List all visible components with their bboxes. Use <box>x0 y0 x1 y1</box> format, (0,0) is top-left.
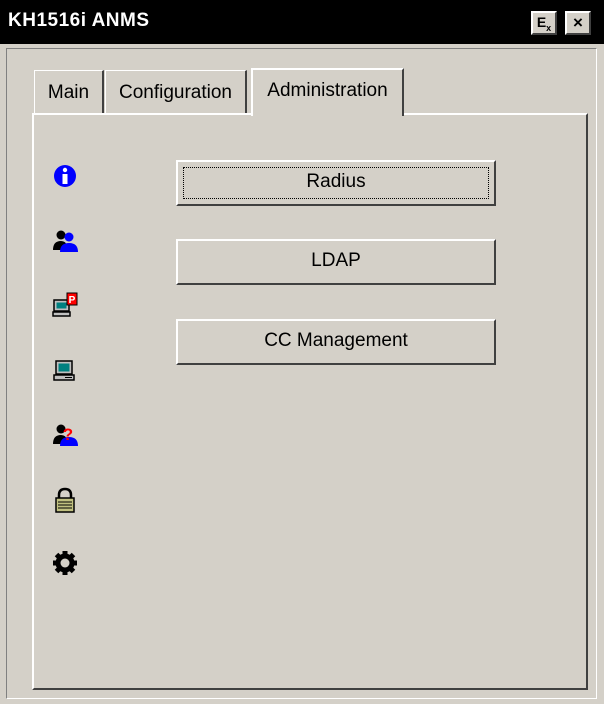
gear-icon <box>50 548 80 578</box>
close-button[interactable]: × <box>565 11 591 35</box>
svg-text:?: ? <box>63 425 73 444</box>
info-icon <box>50 161 80 191</box>
tab-configuration[interactable]: Configuration <box>105 70 247 114</box>
title-bar[interactable]: KH1516i ANMS Ex × <box>0 0 604 44</box>
user-question-icon: ? <box>50 420 80 450</box>
ldap-button[interactable]: LDAP <box>176 239 496 285</box>
computer-alert-icon: P <box>50 290 80 320</box>
radius-button[interactable]: Radius <box>176 160 496 206</box>
computer-icon <box>50 355 80 385</box>
svg-text:P: P <box>69 295 76 306</box>
tab-main[interactable]: Main <box>34 70 104 114</box>
cc-management-button[interactable]: CC Management <box>176 319 496 365</box>
lock-icon <box>50 485 80 515</box>
exit-button[interactable]: Ex <box>531 11 557 35</box>
window-title: KH1516i ANMS <box>8 10 150 31</box>
user-group-icon <box>50 226 80 256</box>
tab-administration[interactable]: Administration <box>251 68 404 116</box>
app-window: KH1516i ANMS Ex × Main Configuration Adm… <box>0 0 604 704</box>
